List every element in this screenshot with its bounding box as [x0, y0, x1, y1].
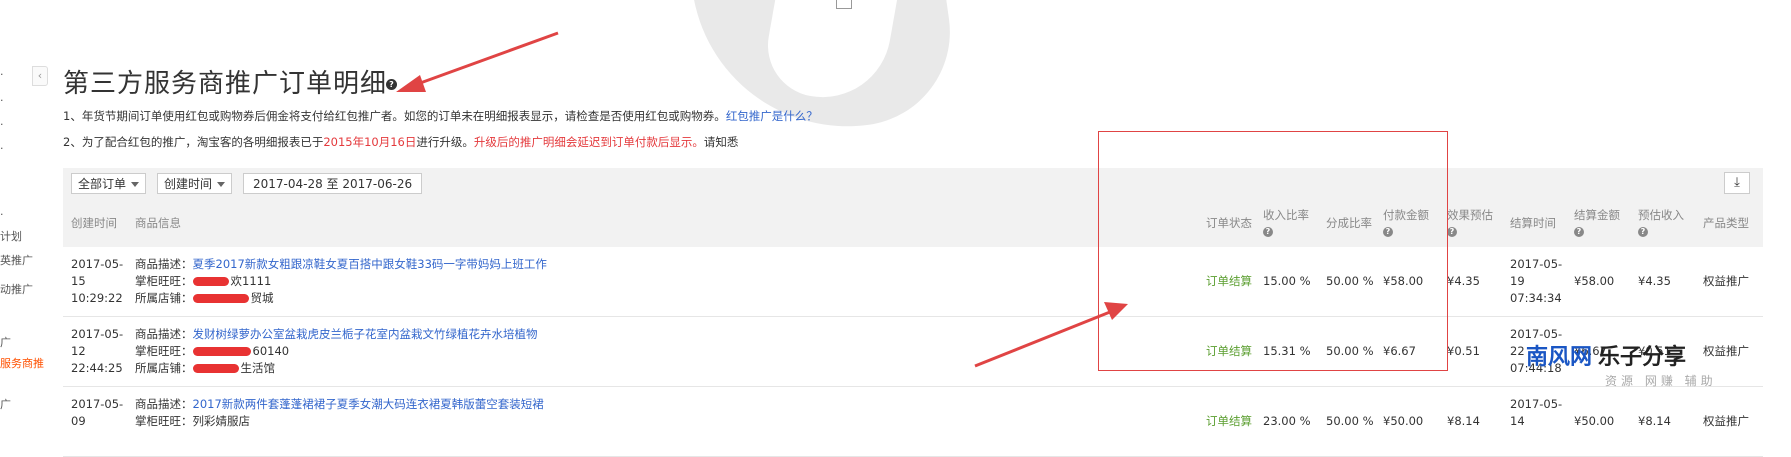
annotation-arrows	[396, 31, 1128, 368]
annotation-arrow-title	[396, 31, 559, 92]
annotation-arrow-table	[974, 302, 1128, 368]
watermark-subtitle: 资源 网赚 辅助	[1605, 374, 1717, 388]
watermark-logo: 南风网 乐子分享	[1526, 345, 1687, 370]
